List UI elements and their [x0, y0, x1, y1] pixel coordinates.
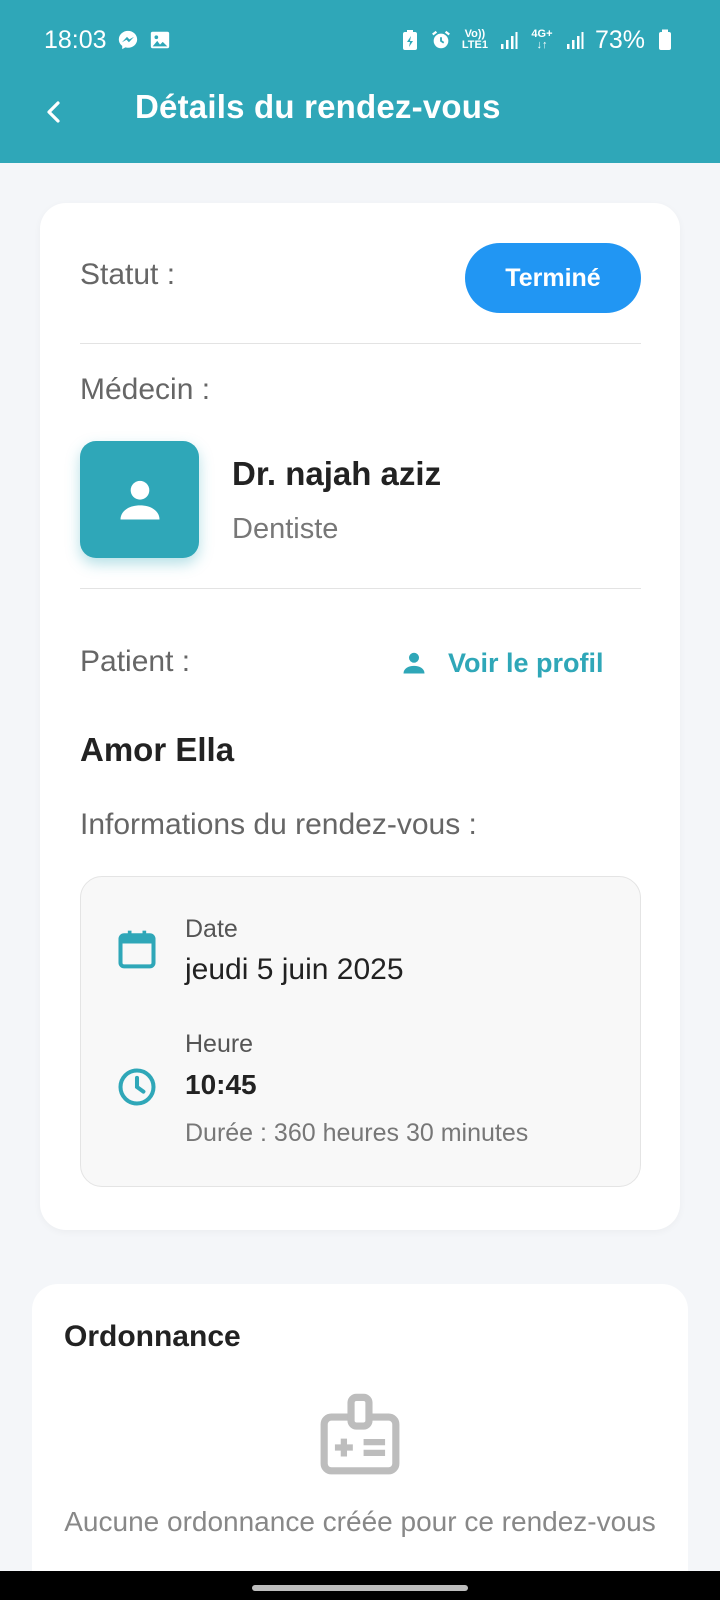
status-badge: Terminé [465, 243, 641, 313]
calendar-icon [118, 930, 156, 969]
person-icon [120, 480, 159, 519]
clock-icon [118, 1068, 156, 1106]
gallery-icon [149, 29, 171, 51]
prescription-card: Ordonnance Aucune ordonnance créée pour … [32, 1284, 688, 1600]
view-profile-link[interactable]: Voir le profil [400, 643, 604, 683]
duration-text: Durée : 360 heures 30 minutes [185, 1119, 529, 1147]
battery-icon [654, 29, 676, 51]
battery-percent: 73% [594, 25, 645, 54]
signal-icon [498, 29, 520, 51]
doctor-name: Dr. najah aziz [232, 455, 442, 492]
person-icon [403, 652, 425, 674]
appointment-card: Statut : Terminé Médecin : Dr. najah azi… [40, 203, 680, 1230]
page-title: Détails du rendez-vous [135, 88, 501, 125]
time-value: 10:45 [185, 1069, 257, 1100]
time-label: Heure [185, 1030, 254, 1058]
messenger-icon [117, 29, 139, 51]
date-label: Date [185, 915, 238, 943]
home-handle[interactable] [252, 1585, 468, 1591]
divider [80, 588, 641, 589]
patient-name: Amor Ella [80, 731, 235, 768]
empty-prescription-message: Aucune ordonnance créée pour ce rendez-v… [64, 1506, 656, 1537]
app-bar: Détails du rendez-vous [0, 80, 720, 163]
divider [80, 343, 641, 344]
doctor-label: Médecin : [80, 373, 211, 406]
4g-icon: 4G+ ↓↑ [531, 28, 553, 51]
prescription-title: Ordonnance [64, 1320, 241, 1353]
info-title: Informations du rendez-vous : [80, 808, 477, 841]
doctor-specialty: Dentiste [232, 513, 339, 545]
battery-saver-icon [399, 29, 421, 51]
status-bar: 18:03 Vo)) LTE1 4G+ ↓↑ 73% [0, 0, 720, 80]
doctor-avatar [80, 441, 199, 558]
view-profile-label: Voir le profil [448, 647, 604, 678]
date-value: jeudi 5 juin 2025 [185, 953, 404, 986]
status-time: 18:03 [44, 25, 107, 54]
status-label: Statut : [80, 258, 176, 291]
system-nav-bar [0, 1571, 720, 1600]
appointment-info-box: Date jeudi 5 juin 2025 Heure 10:45 Durée… [80, 876, 641, 1187]
signal-icon [564, 29, 586, 51]
back-button[interactable] [34, 92, 74, 132]
arrow-back-icon [47, 101, 60, 123]
prescription-badge-icon [320, 1393, 400, 1475]
volte-icon: Vo)) LTE1 [461, 28, 488, 51]
alarm-icon [430, 29, 452, 51]
app-header: 18:03 Vo)) LTE1 4G+ ↓↑ 73% Détails du re… [0, 0, 720, 163]
patient-label: Patient : [80, 645, 191, 678]
